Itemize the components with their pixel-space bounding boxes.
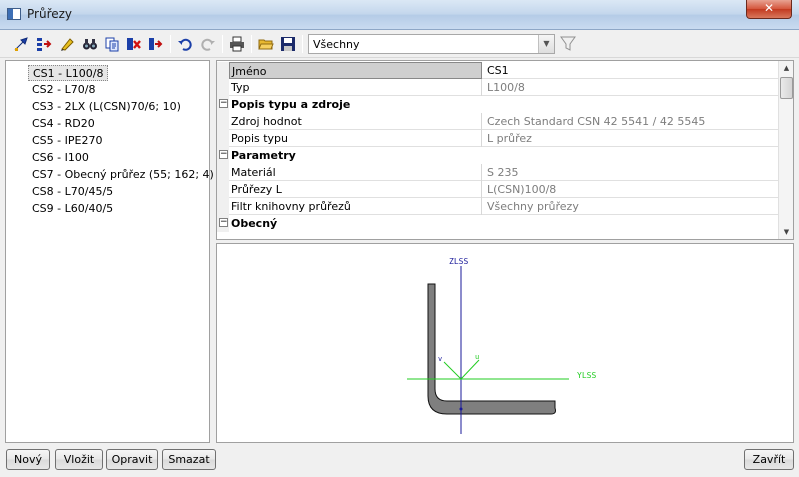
- new-section-icon[interactable]: [12, 35, 30, 53]
- category-label: Popis typu a zdroje: [229, 96, 778, 113]
- property-value[interactable]: Všechny průřezy: [483, 198, 778, 215]
- new-button[interactable]: Nový: [6, 449, 50, 470]
- property-row-sections[interactable]: Průřezy L L(CSN)100/8: [217, 181, 778, 198]
- property-row-type-desc[interactable]: Popis typu L průřez: [217, 130, 778, 147]
- list-item[interactable]: CS8 - L70/45/5: [28, 184, 117, 200]
- v-axis-label: v: [438, 355, 442, 363]
- u-axis: [460, 359, 480, 380]
- list-item[interactable]: CS3 - 2LX (L(CSN)70/6; 10): [28, 99, 185, 115]
- collapse-icon[interactable]: −: [219, 150, 228, 159]
- list-item[interactable]: CS2 - L70/8: [28, 82, 99, 98]
- property-grid: Jméno CS1 Typ L100/8 − Popis typu a zdro…: [216, 60, 794, 240]
- category-label: Obecný: [229, 215, 778, 232]
- insert-icon[interactable]: [35, 35, 53, 53]
- list-item[interactable]: CS7 - Obecný průřez (55; 162; 4): [28, 167, 218, 183]
- print-icon[interactable]: [228, 35, 246, 53]
- open-folder-icon[interactable]: [257, 35, 275, 53]
- category-general[interactable]: − Obecný: [217, 215, 778, 232]
- property-name: Zdroj hodnot: [229, 113, 482, 130]
- scroll-up-icon[interactable]: ▲: [779, 61, 793, 75]
- collapse-icon[interactable]: −: [219, 99, 228, 108]
- scrollbar-thumb[interactable]: [780, 77, 793, 99]
- list-item[interactable]: CS4 - RD20: [28, 116, 99, 132]
- title-bar: Průřezy ✕: [0, 0, 799, 30]
- app-icon: [7, 8, 21, 20]
- property-row-material[interactable]: Materiál S 235: [217, 164, 778, 181]
- centroid-marker: [459, 407, 463, 411]
- save-icon[interactable]: [279, 35, 297, 53]
- section-list[interactable]: CS1 - L100/8 CS2 - L70/8 CS3 - 2LX (L(CS…: [5, 60, 214, 443]
- property-value[interactable]: L100/8: [483, 79, 778, 96]
- undo-icon[interactable]: [176, 35, 194, 53]
- section-preview: ZLSS YLSS v u: [216, 243, 794, 443]
- property-row-type[interactable]: Typ L100/8: [217, 79, 778, 96]
- property-name: Materiál: [229, 164, 482, 181]
- delete-button[interactable]: Smazat: [162, 449, 216, 470]
- property-value[interactable]: S 235: [483, 164, 778, 181]
- filter-select-value: Všechny: [313, 38, 360, 51]
- property-row-source[interactable]: Zdroj hodnot Czech Standard CSN 42 5541 …: [217, 113, 778, 130]
- property-value[interactable]: CS1: [483, 62, 778, 79]
- edit-icon[interactable]: [58, 35, 76, 53]
- property-row-library-filter[interactable]: Filtr knihovny průřezů Všechny průřezy: [217, 198, 778, 215]
- property-value[interactable]: Czech Standard CSN 42 5541 / 42 5545: [483, 113, 778, 130]
- list-item[interactable]: CS6 - I100: [28, 150, 93, 166]
- list-item[interactable]: CS1 - L100/8: [28, 65, 109, 81]
- edit-button[interactable]: Opravit: [106, 449, 158, 470]
- category-parameters[interactable]: − Parametry: [217, 147, 778, 164]
- delete-icon[interactable]: [125, 35, 143, 53]
- list-item[interactable]: CS9 - L60/40/5: [28, 201, 117, 217]
- property-name: Popis typu: [229, 130, 482, 147]
- close-window-button[interactable]: ✕: [746, 0, 792, 19]
- v-axis: [443, 361, 462, 380]
- close-button[interactable]: Zavřít: [744, 449, 794, 470]
- property-name: Typ: [229, 79, 482, 96]
- category-type-source[interactable]: − Popis typu a zdroje: [217, 96, 778, 113]
- window-title: Průřezy: [27, 7, 73, 21]
- property-name: Filtr knihovny průřezů: [229, 198, 482, 215]
- filter-icon[interactable]: [560, 35, 576, 53]
- toolbar: Všechny ▼: [0, 30, 799, 58]
- u-axis-label: u: [475, 353, 479, 361]
- property-name: Jméno: [229, 62, 482, 79]
- export-icon[interactable]: [147, 35, 165, 53]
- redo-icon[interactable]: [199, 35, 217, 53]
- copy-icon[interactable]: [103, 35, 121, 53]
- scroll-down-icon[interactable]: ▼: [779, 225, 793, 239]
- category-label: Parametry: [229, 147, 778, 164]
- property-value[interactable]: L průřez: [483, 130, 778, 147]
- insert-button[interactable]: Vložit: [55, 449, 103, 470]
- collapse-icon[interactable]: −: [219, 218, 228, 227]
- filter-select[interactable]: Všechny ▼: [308, 34, 555, 54]
- y-axis-label: YLSS: [577, 371, 596, 380]
- z-axis-label: ZLSS: [449, 257, 468, 266]
- grid-scrollbar[interactable]: ▲ ▼: [778, 61, 793, 239]
- property-name: Průřezy L: [229, 181, 482, 198]
- l-section-shape: [427, 283, 556, 415]
- chevron-down-icon[interactable]: ▼: [538, 35, 554, 53]
- section-drawing: ZLSS YLSS v u: [407, 257, 596, 434]
- list-item[interactable]: CS5 - IPE270: [28, 133, 106, 149]
- binoculars-icon[interactable]: [81, 35, 99, 53]
- property-row-name[interactable]: Jméno CS1: [217, 62, 778, 79]
- property-value[interactable]: L(CSN)100/8: [483, 181, 778, 198]
